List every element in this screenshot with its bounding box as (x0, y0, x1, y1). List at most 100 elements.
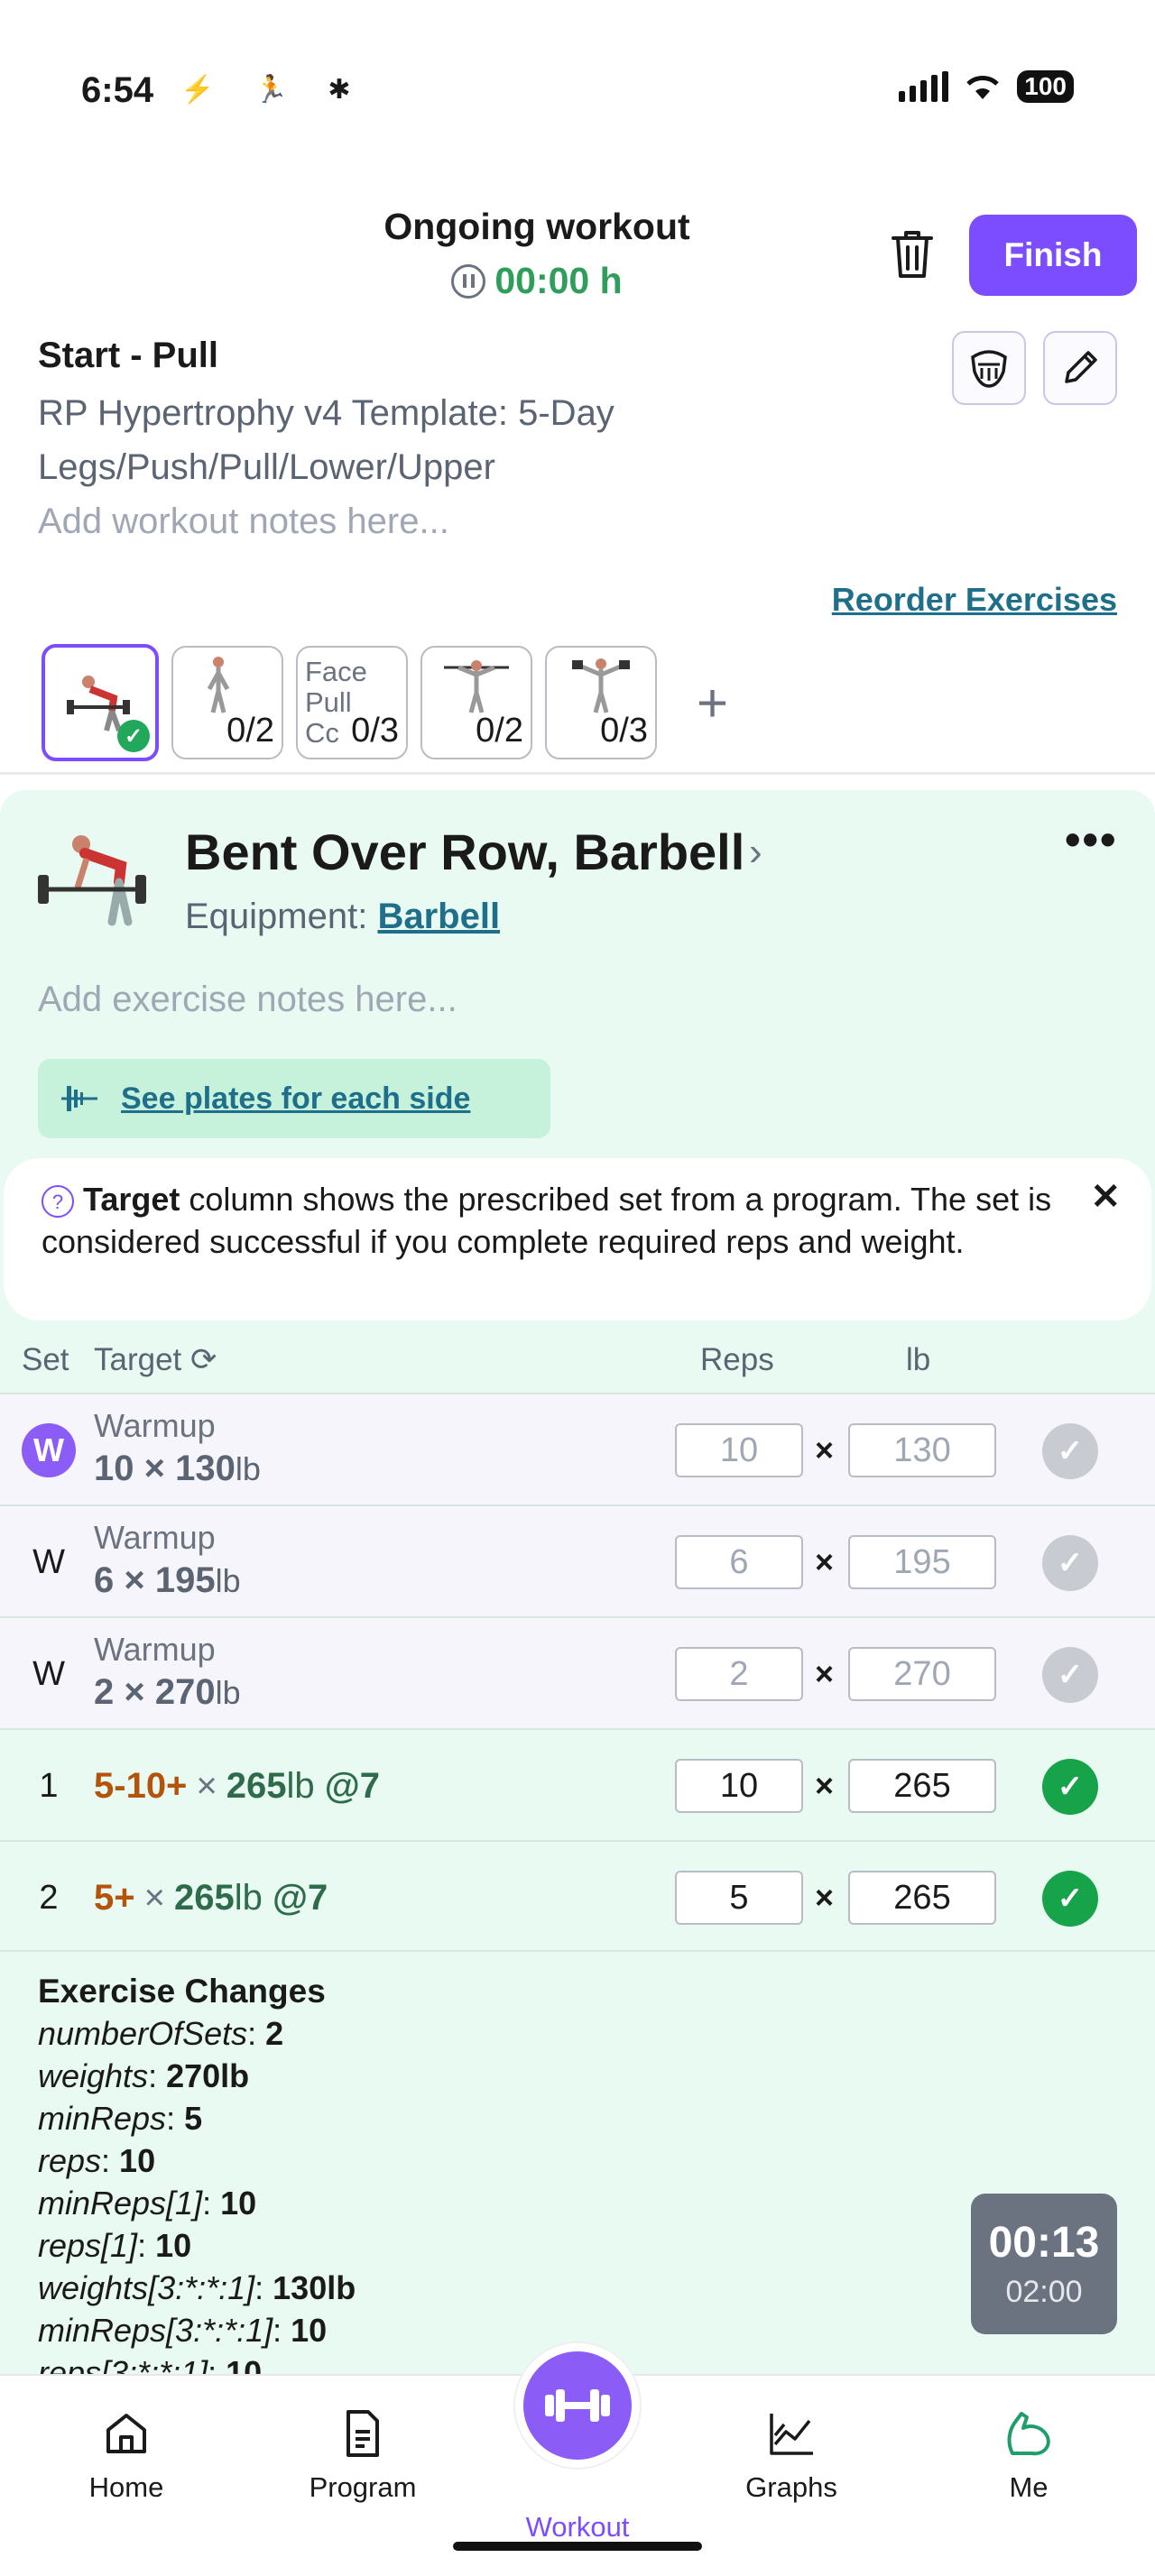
times-sign: × (815, 1767, 835, 1804)
exercise-figure-icon (572, 658, 630, 713)
status-bar: 6:54 ⚡ 🏃 ✱ 100 (0, 0, 1155, 162)
info-bold: Target (83, 1181, 180, 1218)
more-options-icon[interactable]: ••• (1065, 814, 1118, 866)
workout-notes-input[interactable]: Add workout notes here... (38, 501, 449, 542)
status-time: 6:54 (81, 70, 154, 110)
exercise-thumbnails: ✓ 0/2 Face Pull Cc 0/3 0/2 0/3 + (42, 644, 728, 761)
complete-set-check-icon[interactable]: ✓ (1042, 1423, 1098, 1479)
template-name: RP Hypertrophy v4 Template: 5-Day Legs/P… (38, 386, 814, 494)
plates-button[interactable]: See plates for each side (38, 1059, 550, 1138)
set-number[interactable]: W (22, 1506, 76, 1618)
exercise-changes: Exercise Changes numberOfSets: 2 weights… (38, 1970, 356, 2394)
equipment-label: Equipment: (185, 897, 368, 936)
home-icon (106, 2414, 146, 2453)
pencil-icon (1065, 351, 1097, 383)
exercise-thumb-1[interactable]: ✓ (42, 644, 159, 761)
muscle-icon (971, 350, 1007, 388)
reps-input[interactable]: 6 (675, 1535, 803, 1589)
add-exercise-icon[interactable]: + (697, 672, 728, 734)
exercise-thumb-3[interactable]: Face Pull Cc 0/3 (296, 646, 408, 759)
set-target: Warmup 6 × 195lb (94, 1519, 241, 1600)
change-item: weights: 270lb (38, 2057, 250, 2094)
exercise-figure-icon (38, 835, 146, 926)
reps-input[interactable]: 10 (675, 1423, 803, 1477)
exercise-figure-icon (207, 657, 230, 713)
exercise-notes-input[interactable]: Add exercise notes here... (38, 980, 457, 1020)
col-target: Target ⟳ (94, 1342, 217, 1377)
exercise-thumb-5[interactable]: 0/3 (545, 646, 657, 759)
exercise-thumb-4[interactable]: 0/2 (420, 646, 532, 759)
change-item: minReps: 5 (38, 2100, 203, 2137)
set-target: 5-10+ × 265lb @7 (94, 1765, 381, 1806)
set-row: W Warmup 2 × 270lb 2 × 270 ✓ (0, 1616, 1155, 1728)
change-item: reps: 10 (38, 2142, 156, 2179)
change-item: reps[1]: 10 (38, 2227, 192, 2264)
thumb-count: 0/3 (351, 712, 399, 750)
equipment-row: Equipment: Barbell (185, 897, 500, 937)
set-type-badge[interactable]: W (22, 1394, 76, 1506)
pause-icon[interactable] (451, 263, 486, 299)
delete-workout-button[interactable] (888, 227, 937, 281)
finish-button[interactable]: Finish (969, 215, 1137, 296)
exercise-thumb-2[interactable]: 0/2 (171, 646, 283, 759)
change-item: minReps[1]: 10 (38, 2185, 257, 2222)
equipment-link[interactable]: Barbell (377, 897, 500, 936)
plates-label: See plates for each side (121, 1081, 471, 1116)
nav-me[interactable]: Me (938, 2408, 1119, 2504)
rest-elapsed: 00:13 (988, 2219, 1100, 2267)
dumbbell-icon (545, 2389, 610, 2422)
template-line-2: Legs/Push/Pull/Lower/Upper (38, 447, 495, 487)
complete-set-check-icon[interactable]: ✓ (1042, 1535, 1098, 1591)
changes-title: Exercise Changes (38, 1973, 326, 2010)
battery-icon: 100 (1017, 70, 1074, 103)
exercise-figure-icon (444, 660, 509, 713)
info-text: column shows the prescribed set from a p… (42, 1181, 1052, 1260)
weight-input[interactable]: 270 (848, 1647, 996, 1701)
signal-icon (899, 71, 949, 102)
reps-input[interactable]: 2 (675, 1647, 803, 1701)
edit-workout-button[interactable] (1043, 331, 1117, 405)
complete-set-check-icon[interactable]: ✓ (1042, 1871, 1098, 1927)
workout-name[interactable]: Start - Pull (38, 336, 218, 376)
close-icon[interactable]: ✕ (1090, 1176, 1121, 1219)
reorder-exercises-link[interactable]: Reorder Exercises (832, 581, 1117, 619)
set-target: Warmup 10 × 130lb (94, 1407, 261, 1488)
nav-program[interactable]: Program (273, 2408, 453, 2504)
complete-set-check-icon[interactable]: ✓ (1042, 1647, 1098, 1703)
weight-input[interactable]: 265 (848, 1871, 996, 1925)
set-number[interactable]: 2 (22, 1842, 76, 1954)
chart-icon (770, 2414, 813, 2455)
weight-input[interactable]: 195 (848, 1535, 996, 1589)
nav-graphs[interactable]: Graphs (701, 2408, 882, 2504)
nav-workout[interactable]: Workout (487, 2511, 668, 2544)
rest-total: 02:00 (1005, 2275, 1083, 2309)
timer-value: 00:00 h (494, 260, 623, 301)
change-item: numberOfSets: 2 (38, 2015, 284, 2052)
trash-icon (892, 231, 933, 278)
col-reps: Reps (700, 1342, 774, 1377)
set-target: 5+ × 265lb @7 (94, 1877, 328, 1918)
weight-input[interactable]: 130 (848, 1423, 996, 1477)
divider (0, 772, 1155, 775)
exercise-title[interactable]: Bent Over Row, Barbell (185, 823, 744, 881)
col-set: Set (22, 1342, 69, 1377)
muscle-map-button[interactable] (952, 331, 1026, 405)
set-number[interactable]: W (22, 1618, 76, 1730)
complete-set-check-icon[interactable]: ✓ (1042, 1759, 1098, 1815)
refresh-icon[interactable]: ⟳ (190, 1342, 217, 1377)
rest-timer[interactable]: 00:13 02:00 (971, 2194, 1117, 2334)
thumb-count: 0/2 (226, 712, 274, 750)
col-lb: lb (906, 1342, 931, 1377)
set-row: 1 5-10+ × 265lb @7 10 × 265 ✓ (0, 1728, 1155, 1840)
set-number[interactable]: 1 (22, 1730, 76, 1842)
change-item: weights[3:*:*:1]: 130lb (38, 2269, 356, 2306)
chevron-right-icon[interactable]: › (749, 830, 762, 875)
question-icon: ? (42, 1185, 74, 1219)
reps-input[interactable]: 10 (675, 1759, 803, 1813)
reps-input[interactable]: 5 (675, 1871, 803, 1925)
nav-workout-button[interactable] (515, 2343, 640, 2468)
status-right-icons: 100 (899, 70, 1074, 103)
nav-home[interactable]: Home (36, 2408, 217, 2504)
weight-input[interactable]: 265 (848, 1759, 996, 1813)
bicep-icon (1007, 2412, 1050, 2456)
